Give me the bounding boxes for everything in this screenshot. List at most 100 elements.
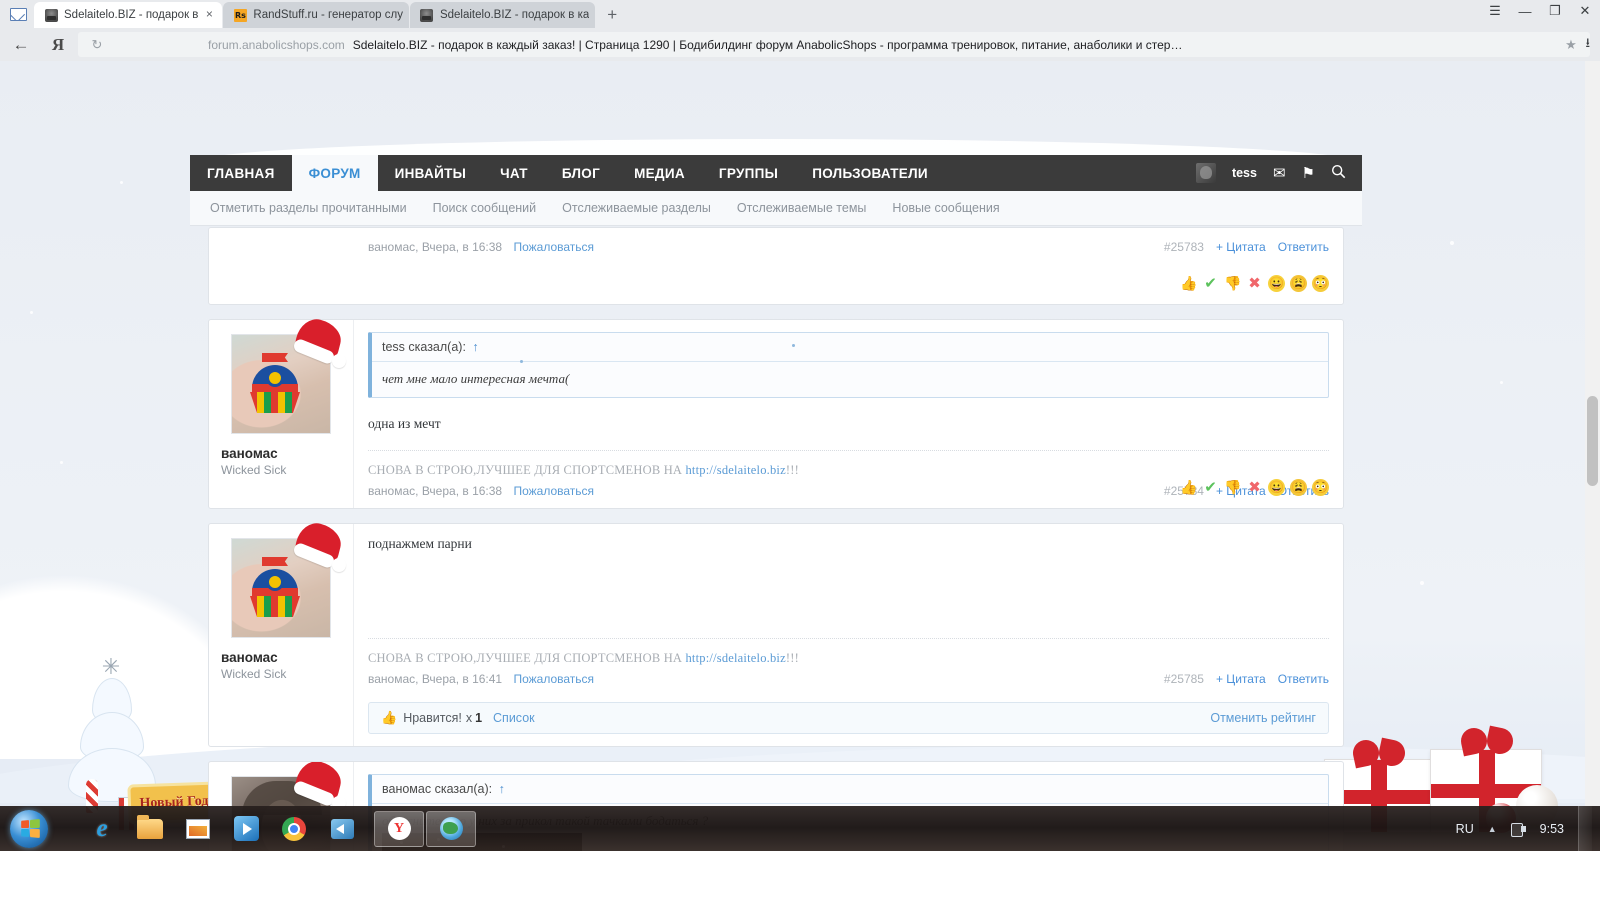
globe-browser-icon[interactable] [426,811,476,847]
close-window-icon[interactable]: ✕ [1578,3,1592,19]
close-icon[interactable]: × [202,8,216,22]
nav-username[interactable]: tess [1232,166,1257,180]
minimize-icon[interactable]: — [1518,4,1532,19]
post-25785: ваномас Wicked Sick поднажмем парни СНОВ… [208,523,1344,747]
address-bar[interactable]: ↻ forum.anabolicshops.com Sdelaitelo.BIZ… [78,32,1590,57]
windows-logo-icon [10,810,48,848]
back-icon[interactable]: ← [4,31,38,59]
post-number[interactable]: #25783 [1164,240,1204,254]
search-icon[interactable] [1331,164,1346,182]
snowflake-icon [30,311,33,314]
reply-link[interactable]: Ответить [1278,240,1329,254]
new-tab-button[interactable]: + [599,2,625,28]
nav-item-invity[interactable]: ИНВАЙТЫ [378,155,484,191]
thumbs-up-icon[interactable]: 👍 [1180,275,1197,292]
nav-item-chat[interactable]: ЧАТ [483,155,545,191]
nav-item-gruppy[interactable]: ГРУППЫ [702,155,795,191]
cross-icon[interactable]: ✖ [1246,479,1263,496]
chrome-icon[interactable] [270,809,318,849]
pictures-icon[interactable] [174,809,222,849]
check-icon[interactable]: ✔ [1202,479,1219,496]
ie-icon[interactable]: e [78,809,126,849]
smile-icon[interactable]: 😀 [1268,275,1285,292]
post-meta-author[interactable]: ваномас [368,240,415,254]
jump-to-quote-icon[interactable]: ↑ [472,340,478,354]
folder-icon[interactable] [126,809,174,849]
jump-to-quote-icon[interactable]: ↑ [499,782,505,796]
subnav-watched-threads[interactable]: Отслеживаемые темы [737,201,867,215]
url-page-title: Sdelaitelo.BIZ - подарок в каждый заказ!… [353,38,1560,52]
download-icon[interactable]: ⭳ [1585,34,1590,56]
show-desktop-button[interactable] [1578,806,1592,851]
snowflake-icon [1450,241,1454,245]
post-number[interactable]: #25785 [1164,672,1204,686]
shocked-icon[interactable]: 😳 [1312,479,1329,496]
bookmark-star-icon[interactable]: ★ [1560,37,1582,53]
signature-link[interactable]: http://sdelaitelo.biz [685,651,785,665]
nav-item-blog[interactable]: БЛОГ [545,155,617,191]
post-meta-time: Вчера, в 16:38 [422,484,502,498]
check-icon[interactable]: ✔ [1202,275,1219,292]
post-author-column [209,228,354,304]
yandex-browser-icon[interactable]: Y [374,811,424,847]
subnav-mark-read[interactable]: Отметить разделы прочитанными [210,201,407,215]
shocked-icon[interactable]: 😳 [1312,275,1329,292]
report-link[interactable]: Пожаловаться [513,484,594,498]
post-meta-left: ваномас, Вчера, в 16:41 Пожаловаться [368,672,594,686]
nav-item-glavnaya[interactable]: ГЛАВНАЯ [190,155,292,191]
windows-taskbar: e Y RU ▲ 9:53 [0,806,1600,851]
clock[interactable]: 9:53 [1540,822,1564,836]
cancel-rating-link[interactable]: Отменить рейтинг [1210,711,1316,725]
subnav-new-posts[interactable]: Новые сообщения [892,201,999,215]
volume-icon[interactable] [318,809,366,849]
signature-link[interactable]: http://sdelaitelo.biz [685,463,785,477]
thumbs-down-icon[interactable]: 👎 [1224,275,1241,292]
thumbs-down-icon[interactable]: 👎 [1224,479,1241,496]
avatar[interactable] [1196,163,1216,183]
taskbar-open-windows: Y [374,811,476,847]
smile-icon[interactable]: 😀 [1268,479,1285,496]
start-button[interactable] [2,807,56,851]
language-indicator[interactable]: RU [1456,822,1474,836]
restore-icon[interactable]: ❐ [1548,3,1562,19]
nav-item-forum[interactable]: ФОРУМ [292,155,378,191]
subnav-search-posts[interactable]: Поиск сообщений [433,201,537,215]
nav-item-media[interactable]: МЕДИА [617,155,702,191]
cross-icon[interactable]: ✖ [1246,275,1263,292]
flag-icon[interactable]: ⚑ [1302,166,1315,181]
multiquote-link[interactable]: + Цитата [1216,240,1266,254]
post-meta-row: ваномас, Вчера, в 16:38 Пожаловаться #25… [368,234,1329,264]
browser-chrome: Sdelaitelo.BIZ - подарок в × Rs RandStuf… [0,0,1600,61]
browser-tab-3[interactable]: Sdelaitelo.BIZ - подарок в ка [410,2,595,28]
post-author-name[interactable]: ваномас [219,650,343,665]
sad-icon[interactable]: 😩 [1290,275,1307,292]
browser-tab-1[interactable]: Sdelaitelo.BIZ - подарок в × [34,2,222,28]
avatar[interactable] [231,334,331,434]
plug-icon[interactable] [1511,821,1526,837]
report-link[interactable]: Пожаловаться [513,672,594,686]
browser-tab-2[interactable]: Rs RandStuff.ru - генератор слу [223,2,409,28]
post-meta-author[interactable]: ваномас [368,672,415,686]
nav-item-polzovateli[interactable]: ПОЛЬЗОВАТЕЛИ [795,155,945,191]
inbox-icon[interactable]: ✉ [1273,166,1286,181]
avatar[interactable] [231,538,331,638]
post-author-column: ваномас Wicked Sick [209,524,354,746]
reply-link[interactable]: Ответить [1278,672,1329,686]
page-scrollbar[interactable] [1585,61,1600,851]
forum-icon [420,8,434,22]
post-author-name[interactable]: ваномас [219,446,343,461]
post-signature: СНОВА В СТРОЮ,ЛУЧШЕЕ ДЛЯ СПОРТСМЕНОВ НА … [368,638,1329,666]
sad-icon[interactable]: 😩 [1290,479,1307,496]
scrollbar-thumb[interactable] [1587,396,1598,486]
chevron-up-icon[interactable]: ▲ [1488,824,1497,834]
menu-icon[interactable]: ☰ [1488,3,1502,19]
like-list-link[interactable]: Список [493,711,535,725]
subnav-watched-forums[interactable]: Отслеживаемые разделы [562,201,711,215]
media-player-icon[interactable] [222,809,270,849]
post-meta-author[interactable]: ваномас [368,484,415,498]
thumbs-up-icon[interactable]: 👍 [1180,479,1197,496]
reload-icon[interactable]: ↻ [86,37,108,53]
report-link[interactable]: Пожаловаться [513,240,594,254]
multiquote-link[interactable]: + Цитата [1216,672,1266,686]
post-25784: ваномас Wicked Sick tess сказал(а): ↑ че… [208,319,1344,509]
